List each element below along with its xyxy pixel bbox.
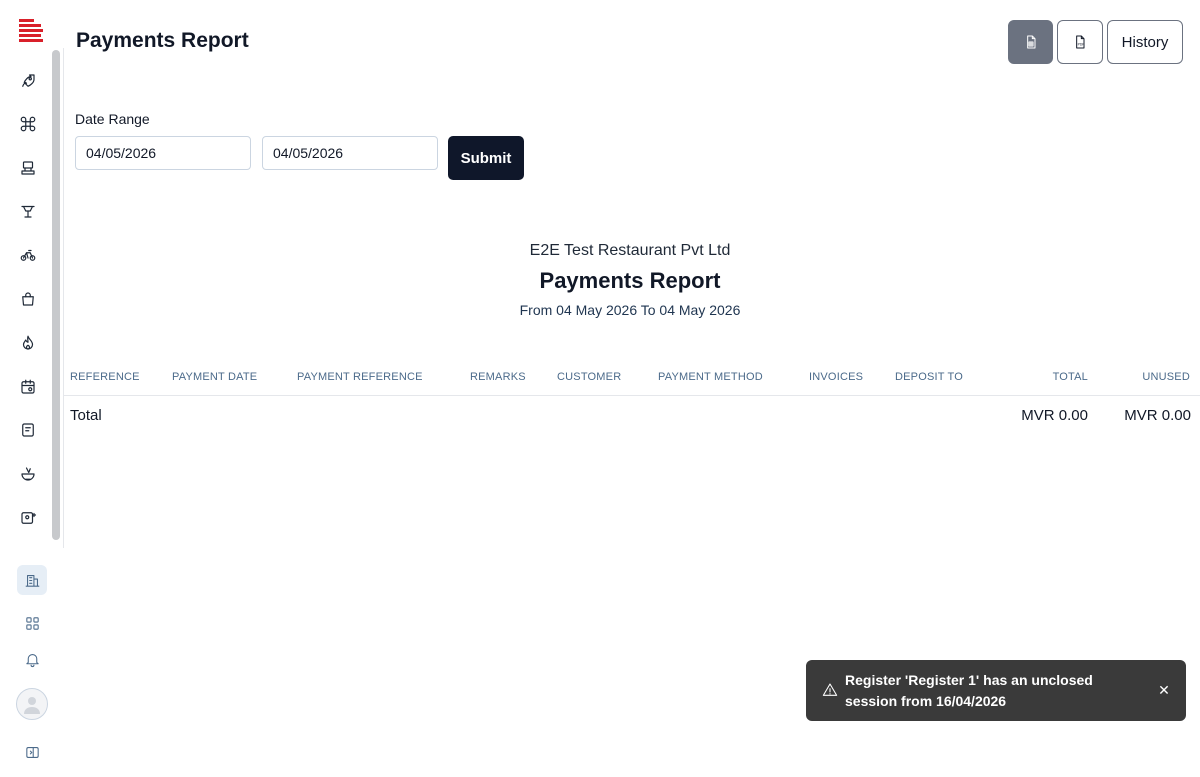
image-plus-icon [21, 512, 37, 524]
sidebar-item-delivery[interactable] [14, 241, 42, 269]
column-header-unused[interactable]: UNUSED [1142, 371, 1190, 383]
column-header-deposit-to[interactable]: DEPOSIT TO [895, 371, 963, 383]
report-title: Payments Report [539, 268, 721, 293]
sidebar-item-rocket[interactable] [14, 67, 42, 95]
bag-icon [22, 292, 34, 306]
toast-notification: Register 'Register 1' has an unclosed se… [806, 660, 1186, 721]
grid-icon [25, 616, 39, 630]
pdf-icon: PDF [1076, 35, 1085, 49]
column-header-customer[interactable]: CUSTOMER [557, 371, 621, 383]
column-header-total[interactable]: TOTAL [1053, 371, 1088, 383]
history-button[interactable]: History [1107, 20, 1183, 64]
column-header-reference[interactable]: REFERENCE [70, 371, 140, 383]
total-row-label: Total [70, 407, 102, 424]
table-icon [21, 205, 35, 218]
sidebar-item-command[interactable] [14, 110, 42, 138]
sidebar-item-table[interactable] [14, 197, 42, 225]
brand-logo[interactable] [18, 18, 44, 44]
column-header-remarks[interactable]: REMARKS [470, 371, 526, 383]
sidebar-item-receipts[interactable] [14, 416, 42, 444]
column-header-payment-date[interactable]: PAYMENT DATE [172, 371, 257, 383]
sidebar-item-orders[interactable] [14, 285, 42, 313]
sidebar-item-register[interactable] [14, 154, 42, 182]
spreadsheet-icon [1026, 35, 1035, 49]
sidebar [0, 0, 64, 777]
company-name: E2E Test Restaurant Pvt Ltd [529, 242, 731, 259]
bike-icon [20, 249, 36, 261]
building-report-icon [25, 574, 39, 587]
svg-text:PDF: PDF [1078, 42, 1085, 46]
submit-button[interactable]: Submit [448, 136, 524, 180]
bell-icon [25, 653, 39, 667]
export-excel-button[interactable] [1008, 20, 1053, 64]
date-to-input[interactable] [262, 136, 438, 170]
sidebar-item-menu[interactable] [14, 460, 42, 488]
sidebar-item-reports[interactable] [17, 565, 47, 595]
sidebar-toggle-icon [25, 746, 39, 758]
toast-message: Register 'Register 1' has an unclosed se… [845, 672, 1093, 709]
sidebar-toggle-button[interactable] [17, 737, 47, 767]
page-title: Payments Report [76, 29, 249, 52]
calendar-settings-icon [21, 379, 35, 394]
date-range-label: Date Range [75, 111, 150, 127]
warning-icon [822, 682, 838, 698]
date-from-input[interactable] [75, 136, 251, 170]
register-icon [21, 161, 35, 175]
sidebar-item-reservations[interactable] [14, 373, 42, 401]
sidebar-item-media[interactable] [14, 504, 42, 532]
avatar[interactable] [16, 688, 48, 720]
user-icon [24, 697, 40, 714]
notifications-button[interactable] [17, 644, 47, 674]
receipt-icon [22, 423, 34, 437]
sidebar-item-kitchen[interactable] [14, 329, 42, 357]
sidebar-item-apps[interactable] [17, 608, 47, 638]
rocket-icon [22, 74, 35, 87]
column-header-payment-method[interactable]: PAYMENT METHOD [658, 371, 763, 383]
report-date-range: From 04 May 2026 To 04 May 2026 [519, 302, 741, 318]
close-icon[interactable]: ✕ [1156, 682, 1172, 698]
command-icon [20, 116, 36, 132]
export-pdf-button[interactable]: PDF [1057, 20, 1103, 64]
bowl-icon [21, 467, 35, 481]
table-header-divider [64, 395, 1200, 396]
column-header-invoices[interactable]: INVOICES [809, 371, 863, 383]
total-row-unused: MVR 0.00 [1124, 407, 1191, 424]
column-header-payment-reference[interactable]: PAYMENT REFERENCE [297, 371, 423, 383]
flame-icon [22, 335, 34, 350]
total-row-total: MVR 0.00 [1021, 407, 1088, 424]
sidebar-scrollbar[interactable] [52, 50, 60, 540]
